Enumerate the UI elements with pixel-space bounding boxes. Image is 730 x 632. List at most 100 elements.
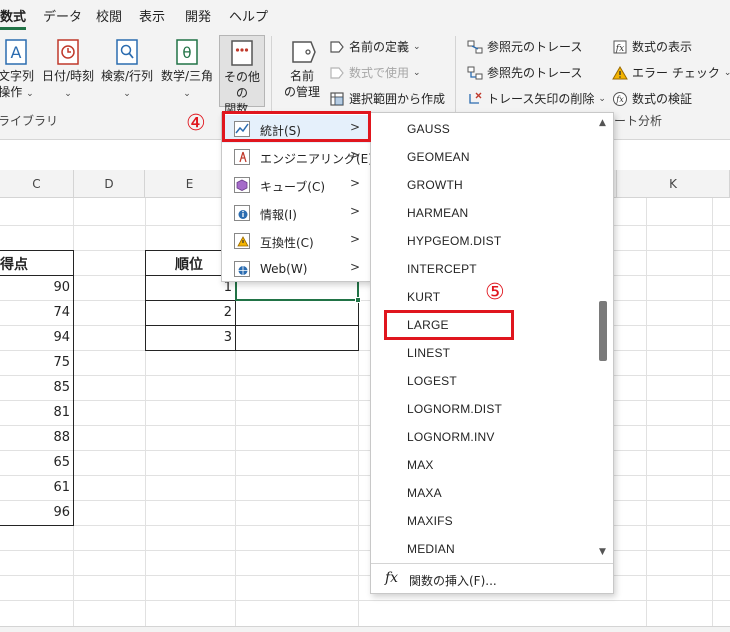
function-item[interactable]: KURT <box>407 290 440 304</box>
tab-formulas[interactable]: 数式 <box>0 6 26 25</box>
score-header[interactable]: 得点 <box>0 254 28 274</box>
score-cell[interactable]: 74 <box>0 305 70 320</box>
error-checking-button[interactable]: エラー チェック ⌄ <box>612 64 730 81</box>
statistical-functions-list: GAUSS GEOMEAN GROWTH HARMEAN HYPGEOM.DIS… <box>370 112 614 594</box>
menu-item-engineering[interactable]: エンジニアリング(E) > <box>222 143 373 171</box>
score-cell[interactable]: 88 <box>0 430 70 445</box>
lookup-label: 検索/行列 <box>100 69 154 83</box>
gridline <box>646 198 647 632</box>
menu-item-web[interactable]: Web(W) > <box>222 255 370 283</box>
gridline <box>0 500 730 501</box>
score-cell[interactable]: 85 <box>0 380 70 395</box>
lookup-reference-button[interactable]: 検索/行列 ⌄ <box>99 38 155 102</box>
gridline <box>0 300 730 301</box>
score-cell[interactable]: 81 <box>0 405 70 420</box>
scrollbar-thumb[interactable] <box>599 301 607 361</box>
text-functions-button[interactable]: A 文字列 操作 ⌄ <box>0 38 38 102</box>
math-trig-label: 数学/三角 <box>160 69 214 83</box>
gridline <box>0 475 730 476</box>
column-header-c[interactable]: C <box>0 170 74 198</box>
evaluate-formula-button[interactable]: fx 数式の検証 <box>612 90 692 107</box>
rank-cell[interactable]: 1 <box>145 280 232 295</box>
rank-cell[interactable]: 3 <box>145 330 232 345</box>
svg-text:fx: fx <box>615 95 624 104</box>
ribbon-tabs: 数式 データ 校閲 表示 開発 ヘルプ <box>0 0 730 30</box>
score-cell[interactable]: 90 <box>0 280 70 295</box>
insert-function-item[interactable]: fx 関数の挿入(F)... <box>371 565 613 593</box>
gridline <box>0 325 730 326</box>
tag-icon <box>330 40 344 53</box>
more-functions-button[interactable]: その他の 関数 ⌄ <box>219 35 265 116</box>
active-tab-indicator <box>0 27 26 30</box>
scrollbar[interactable]: ▲ ▼ <box>595 115 611 561</box>
score-cell[interactable]: 94 <box>0 330 70 345</box>
error-checking-label: エラー チェック <box>632 66 720 80</box>
name-manager-button[interactable]: 名前 の管理 <box>278 38 326 100</box>
function-item[interactable]: GEOMEAN <box>407 150 470 164</box>
chevron-right-icon: > <box>349 232 360 246</box>
svg-text:θ: θ <box>182 44 191 62</box>
more-functions-label: その他の <box>223 70 260 100</box>
gridline <box>0 350 730 351</box>
evaluate-formula-icon: fx <box>613 91 627 106</box>
function-item[interactable]: GROWTH <box>407 178 463 192</box>
web-icon <box>234 261 250 277</box>
fill-handle[interactable] <box>355 297 361 303</box>
gridline <box>0 450 730 451</box>
menu-item-information[interactable]: 情報(I) > <box>222 199 370 227</box>
date-time-button[interactable]: 日付/時刻 ⌄ <box>40 38 96 102</box>
remove-arrows-button[interactable]: トレース矢印の削除 ⌄ <box>467 90 606 107</box>
score-cell[interactable]: 96 <box>0 505 70 520</box>
function-item[interactable]: MAXIFS <box>407 514 453 528</box>
score-cell[interactable]: 61 <box>0 480 70 495</box>
score-cell[interactable]: 65 <box>0 455 70 470</box>
column-header-k[interactable]: K <box>617 170 730 198</box>
tab-help[interactable]: ヘルプ <box>229 6 268 25</box>
tab-review[interactable]: 校閲 <box>96 6 122 25</box>
formula-auditing-group-label: ート分析 <box>614 114 663 128</box>
warning-icon <box>234 233 250 249</box>
function-item[interactable]: GAUSS <box>407 122 450 136</box>
show-formulas-button[interactable]: fx 数式の表示 <box>612 38 692 55</box>
name-manager-label2: の管理 <box>283 85 320 99</box>
scroll-down-arrow-icon[interactable]: ▼ <box>599 547 606 557</box>
menu-item-label: 情報(I) <box>260 208 297 222</box>
function-item[interactable]: MAX <box>407 458 434 472</box>
function-item[interactable]: LINEST <box>407 346 450 360</box>
chevron-down-icon: ⌄ <box>183 89 191 99</box>
column-header-d[interactable]: D <box>74 170 145 198</box>
gridline <box>712 198 713 632</box>
scroll-up-arrow-icon[interactable]: ▲ <box>599 118 606 128</box>
function-item[interactable]: LOGNORM.DIST <box>407 402 502 416</box>
rank-header[interactable]: 順位 <box>175 254 203 274</box>
create-from-selection-button[interactable]: 選択範囲から作成 <box>329 90 445 107</box>
function-item[interactable]: MEDIAN <box>407 542 455 556</box>
define-name-button[interactable]: 名前の定義 ⌄ <box>329 38 421 55</box>
trace-dependents-label: 参照先のトレース <box>487 66 583 80</box>
tab-developer[interactable]: 開発 <box>185 6 211 25</box>
menu-item-cube[interactable]: キューブ(C) > <box>222 171 370 199</box>
theta-icon: θ <box>176 39 198 65</box>
trace-dependents-button[interactable]: 参照先のトレース <box>467 64 582 81</box>
function-item[interactable]: HYPGEOM.DIST <box>407 234 501 248</box>
gridline <box>0 575 730 576</box>
magnifier-icon <box>116 39 138 65</box>
use-in-formula-button[interactable]: 数式で使用 ⌄ <box>329 64 421 81</box>
gridline <box>0 400 730 401</box>
rank-cell[interactable]: 2 <box>145 305 232 320</box>
score-cell[interactable]: 75 <box>0 355 70 370</box>
trace-precedents-button[interactable]: 参照元のトレース <box>467 38 582 55</box>
formula-tag-icon <box>330 66 344 79</box>
function-item[interactable]: MAXA <box>407 486 442 500</box>
gridline <box>0 375 730 376</box>
function-item[interactable]: INTERCEPT <box>407 262 477 276</box>
function-item[interactable]: LOGNORM.INV <box>407 430 495 444</box>
remove-arrows-icon <box>469 92 482 104</box>
table-rule <box>145 325 359 326</box>
function-item[interactable]: HARMEAN <box>407 206 468 220</box>
function-item[interactable]: LOGEST <box>407 374 457 388</box>
tab-data[interactable]: データ <box>43 6 82 25</box>
menu-item-compatibility[interactable]: 互換性(C) > <box>222 227 370 255</box>
math-trig-button[interactable]: θ 数学/三角 ⌄ <box>158 38 216 102</box>
tab-view[interactable]: 表示 <box>139 6 165 25</box>
